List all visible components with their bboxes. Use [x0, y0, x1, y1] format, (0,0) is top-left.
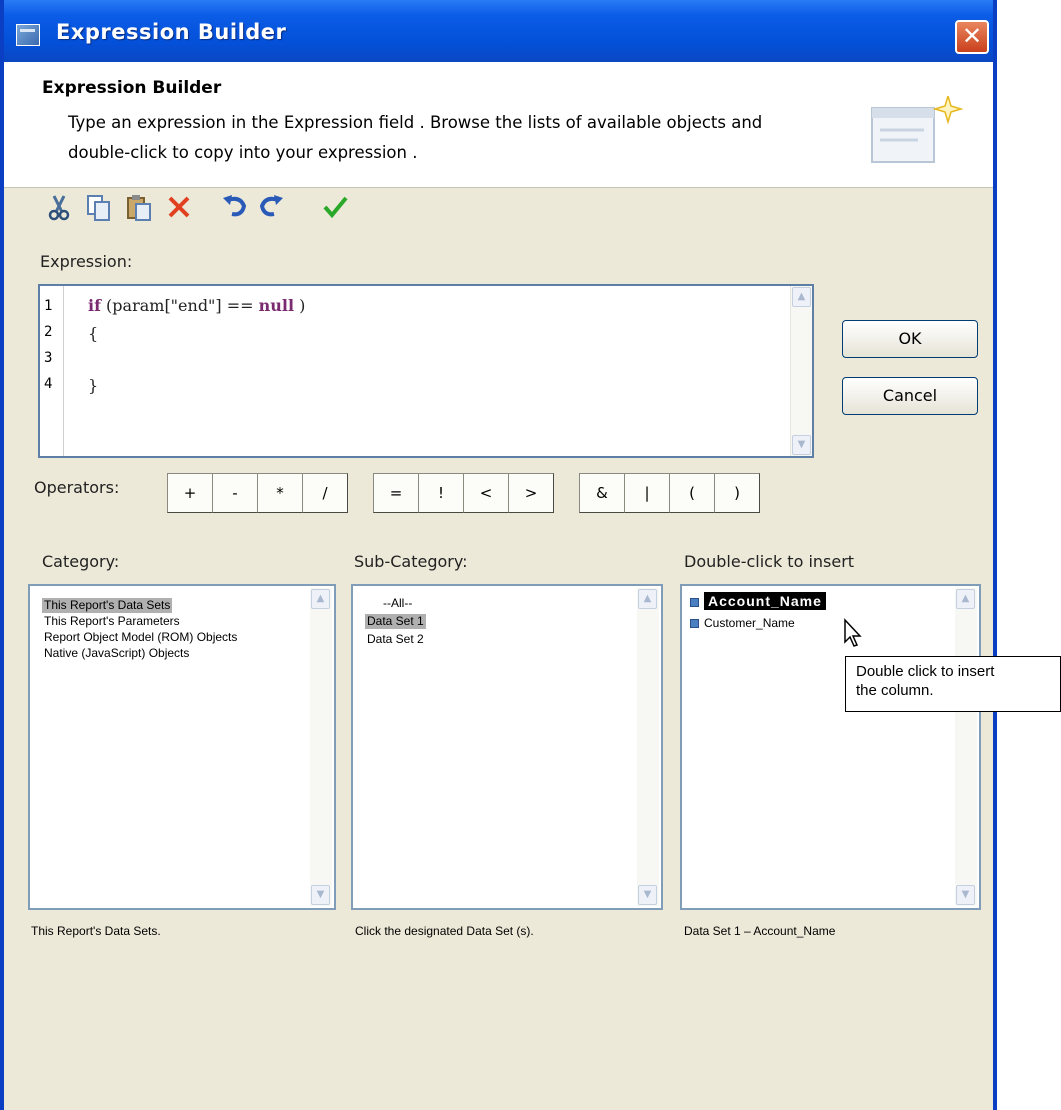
column-item-label: Customer_Name — [704, 616, 795, 630]
category-list[interactable]: This Report's Data Sets This Report's Pa… — [28, 584, 336, 910]
scroll-down-arrow-icon[interactable]: ▼ — [638, 885, 657, 905]
operator-multiply-button[interactable]: * — [257, 473, 303, 513]
banner-description: Type an expression in the Expression fie… — [68, 113, 763, 162]
insert-object-list[interactable]: Account_Name Customer_Name ▲ ▼ — [680, 584, 981, 910]
line-number: 3 — [44, 350, 53, 366]
column-item[interactable]: Customer_Name — [688, 616, 797, 631]
code-line: if (param["end"] == null ) — [88, 296, 305, 315]
paste-button[interactable] — [124, 192, 154, 226]
cancel-button[interactable]: Cancel — [842, 377, 978, 415]
code-text: ) — [294, 296, 306, 315]
paste-icon — [127, 195, 151, 221]
column-icon — [690, 619, 699, 629]
app-icon — [16, 24, 40, 46]
scroll-up-arrow-icon[interactable]: ▲ — [792, 287, 811, 307]
expression-builder-graphic-icon — [871, 96, 964, 163]
editor-toolbar — [44, 192, 464, 226]
subcategory-status-text: Click the designated Data Set (s). — [355, 924, 534, 938]
dialog-client-area: Expression Builder Type an expression in… — [4, 62, 993, 1110]
window-title: Expression Builder — [56, 20, 287, 44]
validate-button[interactable] — [320, 192, 350, 226]
cut-button[interactable] — [44, 192, 74, 226]
operators-label: Operators: — [34, 478, 120, 497]
ok-button[interactable]: OK — [842, 320, 978, 358]
expression-label: Expression: — [40, 252, 133, 271]
copy-icon — [87, 195, 110, 221]
category-item[interactable]: This Report's Data Sets — [42, 598, 173, 613]
insert-list-label: Double-click to insert — [684, 552, 855, 571]
category-item[interactable]: Report Object Model (ROM) Objects — [42, 630, 239, 645]
category-item[interactable]: Native (JavaScript) Objects — [42, 646, 191, 661]
delete-icon — [168, 196, 190, 218]
copy-button[interactable] — [84, 192, 114, 226]
cut-icon — [48, 195, 70, 221]
mouse-cursor-icon — [844, 618, 862, 647]
undo-icon — [223, 195, 247, 217]
category-label: Category: — [42, 552, 120, 571]
scroll-up-arrow-icon[interactable]: ▲ — [638, 589, 657, 609]
category-scrollbar[interactable]: ▲ ▼ — [310, 588, 332, 906]
delete-button[interactable] — [164, 192, 194, 226]
undo-button[interactable] — [220, 192, 250, 226]
keyword: if — [88, 296, 101, 315]
operator-open-paren-button[interactable]: ( — [669, 473, 715, 513]
scroll-up-arrow-icon[interactable]: ▲ — [956, 589, 975, 609]
column-icon — [690, 598, 699, 608]
operator-and-button[interactable]: & — [579, 473, 625, 513]
line-number: 4 — [44, 376, 53, 392]
line-number: 1 — [44, 298, 53, 314]
line-number: 2 — [44, 324, 53, 340]
operator-less-than-button[interactable]: < — [463, 473, 509, 513]
tooltip-line: Double click to insert — [856, 663, 995, 680]
scroll-down-arrow-icon[interactable]: ▼ — [792, 435, 811, 455]
column-item-label: Account_Name — [704, 592, 826, 610]
subcategory-list[interactable]: --All-- Data Set 1 Data Set 2 ▲ ▼ — [351, 584, 663, 910]
operator-plus-button[interactable]: + — [167, 473, 213, 513]
subcategory-item[interactable]: Data Set 2 — [365, 632, 426, 647]
title-bar[interactable]: Expression Builder ✕ — [4, 0, 993, 62]
redo-button[interactable] — [256, 192, 286, 226]
category-status-text: This Report's Data Sets. — [31, 924, 161, 938]
expression-builder-window: Expression Builder ✕ Expression Builder … — [0, 0, 997, 1110]
code-text: (param["end"] == — [100, 296, 259, 315]
operator-close-paren-button[interactable]: ) — [714, 473, 760, 513]
operator-minus-button[interactable]: - — [212, 473, 258, 513]
operator-divide-button[interactable]: / — [302, 473, 348, 513]
insert-list-scrollbar[interactable]: ▲ ▼ — [955, 588, 977, 906]
subcategory-item[interactable]: Data Set 1 — [365, 614, 426, 629]
redo-icon — [259, 195, 283, 217]
scroll-up-arrow-icon[interactable]: ▲ — [311, 589, 330, 609]
subcategory-scrollbar[interactable]: ▲ ▼ — [637, 588, 659, 906]
code-line: } — [88, 376, 99, 395]
header-banner: Expression Builder Type an expression in… — [4, 62, 993, 188]
validate-checkmark-icon — [323, 196, 348, 219]
keyword: null — [258, 296, 295, 315]
banner-title: Expression Builder — [42, 78, 222, 98]
subcategory-label: Sub-Category: — [354, 552, 468, 571]
close-button[interactable]: ✕ — [955, 20, 989, 54]
operator-not-button[interactable]: ! — [418, 473, 464, 513]
code-line: { — [88, 324, 99, 343]
insert-tooltip: Double click to insert the column. — [845, 656, 1061, 712]
tooltip-line: the column. — [856, 682, 934, 699]
subcategory-item[interactable]: --All-- — [381, 596, 414, 611]
line-number-gutter: 1 2 3 4 — [40, 286, 64, 456]
operator-greater-than-button[interactable]: > — [508, 473, 554, 513]
operator-equals-button[interactable]: = — [373, 473, 419, 513]
operator-or-button[interactable]: | — [624, 473, 670, 513]
editor-scrollbar[interactable]: ▲ ▼ — [790, 286, 812, 456]
scroll-down-arrow-icon[interactable]: ▼ — [956, 885, 975, 905]
category-item[interactable]: This Report's Parameters — [42, 614, 182, 629]
column-item[interactable]: Account_Name — [688, 592, 828, 610]
insert-status-text: Data Set 1 – Account_Name — [684, 924, 836, 938]
scroll-down-arrow-icon[interactable]: ▼ — [311, 885, 330, 905]
expression-editor[interactable]: 1 2 3 4 if (param["end"] == null ) { } ▲… — [38, 284, 814, 458]
